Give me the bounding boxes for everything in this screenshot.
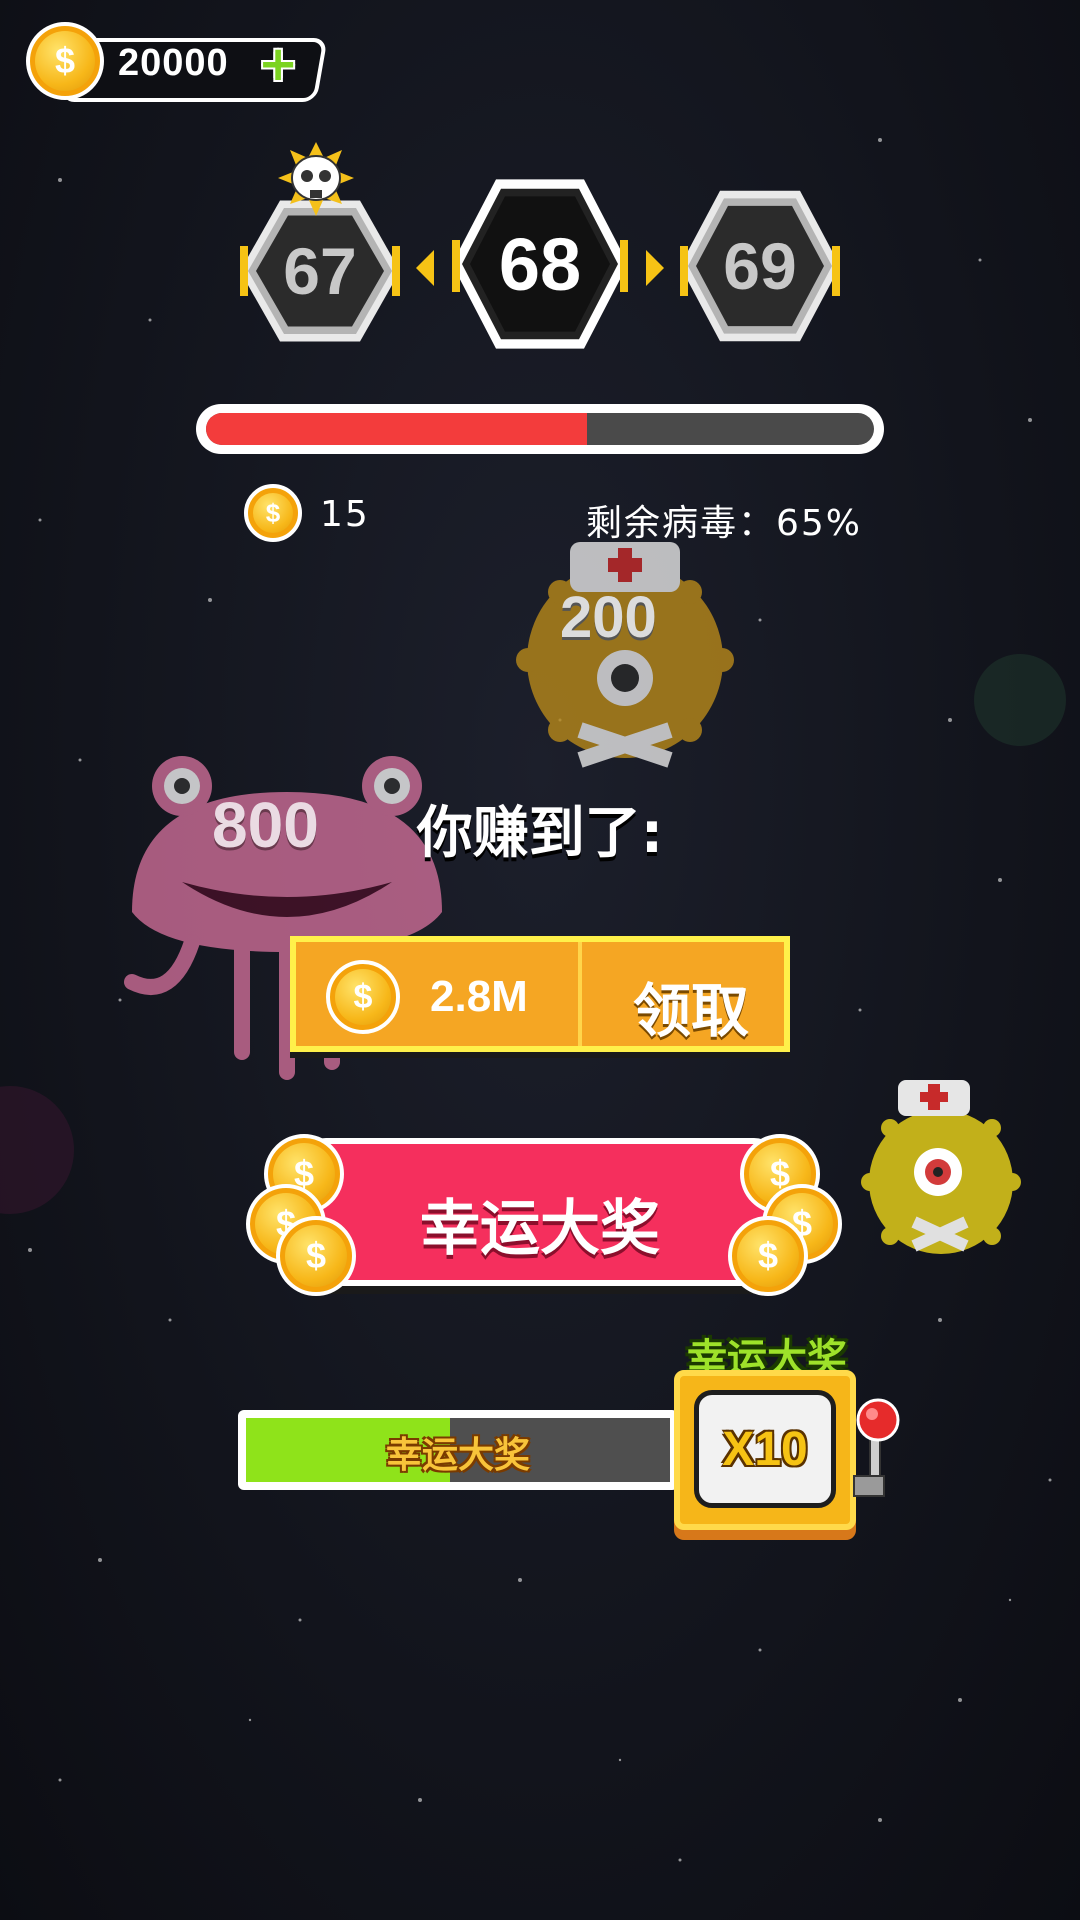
slot-multiplier: X10	[722, 1422, 808, 1476]
coin-stack-icon: $	[728, 1216, 808, 1296]
lucky-jackpot-label: 幸运大奖	[420, 1194, 660, 1264]
lucky-meter-label: 幸运大奖	[385, 1435, 530, 1476]
lucky-jackpot-button[interactable]: 幸运大奖	[300, 1138, 780, 1286]
slot-lever-icon[interactable]	[850, 1396, 904, 1500]
level-current-number: 68	[498, 222, 582, 306]
level-next[interactable]: 69	[680, 186, 840, 346]
claim-reward-button[interactable]: $ 2.8M 领取	[290, 936, 790, 1052]
collected-coin-icon: $	[244, 484, 302, 542]
plus-icon[interactable]: +	[258, 40, 298, 88]
level-current: 68	[452, 174, 628, 354]
virus-progress-bar	[196, 404, 884, 454]
slot-machine[interactable]: X10	[674, 1370, 856, 1530]
slot-machine-screen: X10	[694, 1390, 836, 1508]
coin-balance-value: 20000	[118, 42, 229, 84]
claim-label: 领取	[632, 977, 749, 1045]
claim-divider	[578, 942, 582, 1046]
lucky-meter: 幸运大奖	[238, 1410, 678, 1490]
nurse-virus-value: 200	[560, 585, 657, 650]
level-current-marker-right	[620, 240, 628, 292]
level-prev-marker-right	[392, 246, 400, 296]
reward-amount: 2.8M	[430, 972, 528, 1021]
level-prev-marker-left	[240, 246, 248, 296]
reward-coin-icon: $	[326, 960, 400, 1034]
level-current-marker-left	[452, 240, 460, 292]
reward-title: 你赚到了:	[416, 801, 664, 866]
coin-balance[interactable]: $ 20000 +	[26, 22, 328, 102]
level-next-number: 69	[723, 229, 797, 303]
virus-progress-fill	[206, 413, 587, 445]
cyclops-virus-monster	[861, 1080, 1021, 1254]
collected-coin-count: 15	[320, 494, 370, 535]
prev-level-arrow-icon[interactable]	[414, 248, 436, 288]
coin-icon: $	[26, 22, 104, 100]
next-level-arrow-icon[interactable]	[644, 248, 666, 288]
coin-stack-icon: $	[276, 1216, 356, 1296]
skull-icon	[278, 142, 354, 216]
level-next-marker-left	[680, 246, 688, 296]
level-next-marker-right	[832, 246, 840, 296]
